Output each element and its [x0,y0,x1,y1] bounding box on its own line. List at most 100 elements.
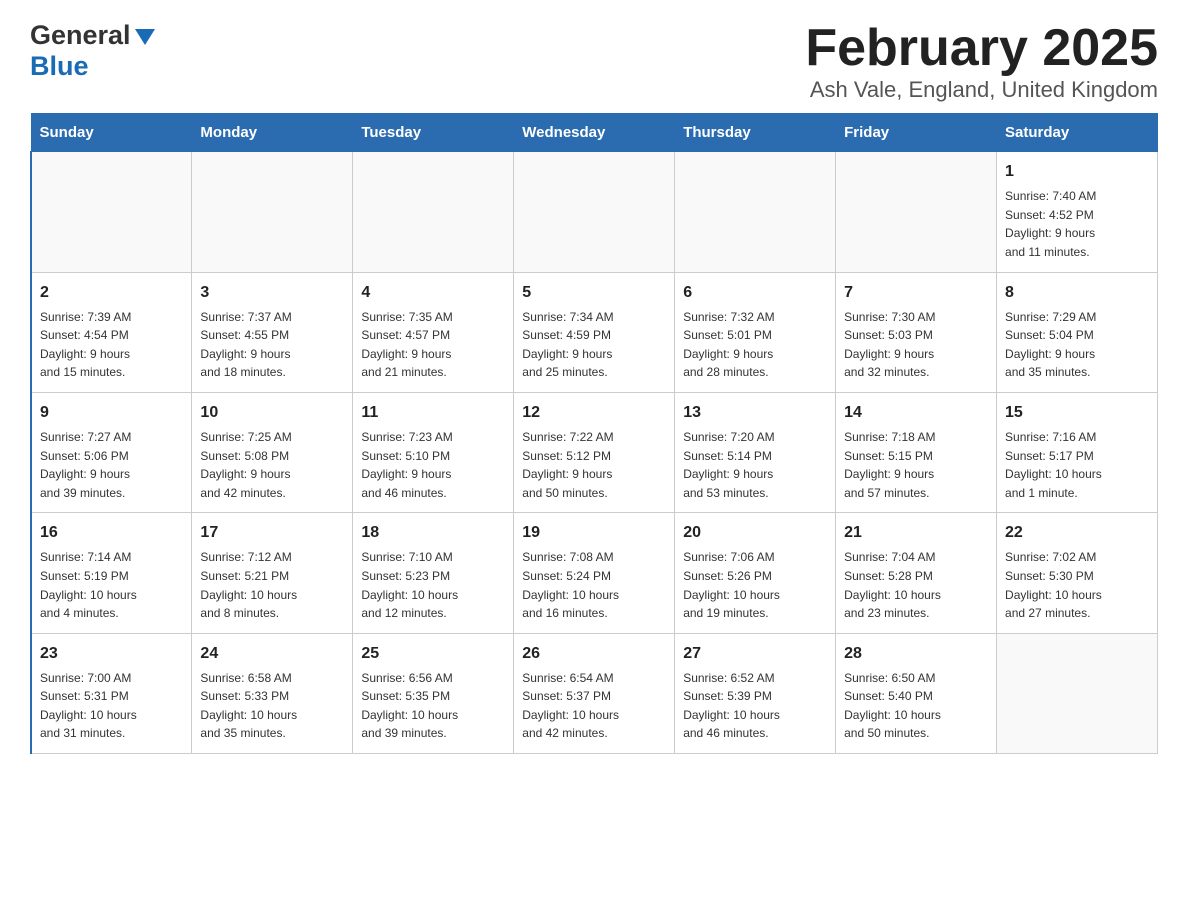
day-number: 22 [1005,521,1149,545]
day-info: Sunrise: 7:23 AM Sunset: 5:10 PM Dayligh… [361,428,505,502]
col-thursday: Thursday [675,114,836,152]
table-row: 6Sunrise: 7:32 AM Sunset: 5:01 PM Daylig… [675,272,836,392]
table-row: 27 Sunrise: 6:52 AM Sunset: 5:39 PM Dayli… [675,633,836,753]
table-row: 28 Sunrise: 6:50 AM Sunset: 5:40 PM Dayli… [836,633,997,753]
day-number: 2 [40,281,183,305]
day-number: 9 [40,401,183,425]
table-row [514,152,675,272]
table-row: 16 Sunrise: 7:14 AM Sunset: 5:19 PM Dayli… [31,513,192,633]
day-info: Sunrise: 7:18 AM Sunset: 5:15 PM Dayligh… [844,428,988,502]
day-number: 25 [361,642,505,666]
day-number: 21 [844,521,988,545]
day-number: 24 [200,642,344,666]
table-row: 12 Sunrise: 7:22 AM Sunset: 5:12 PM Dayli… [514,392,675,512]
day-info: Sunrise: 7:22 AM Sunset: 5:12 PM Dayligh… [522,428,666,502]
day-info: Sunrise: 6:58 AM Sunset: 5:33 PM Dayligh… [200,669,344,743]
table-row: 25 Sunrise: 6:56 AM Sunset: 5:35 PM Dayli… [353,633,514,753]
day-info: Sunrise: 7:10 AM Sunset: 5:23 PM Dayligh… [361,548,505,622]
title-block: February 2025 Ash Vale, England, United … [805,20,1158,103]
day-number: 8 [1005,281,1149,305]
day-info: Sunrise: 7:00 AM Sunset: 5:31 PM Dayligh… [40,669,183,743]
day-info: Sunrise: 7:32 AM Sunset: 5:01 PM Dayligh… [683,308,827,382]
table-row: 19 Sunrise: 7:08 AM Sunset: 5:24 PM Dayli… [514,513,675,633]
day-info: Sunrise: 7:08 AM Sunset: 5:24 PM Dayligh… [522,548,666,622]
col-sunday: Sunday [31,114,192,152]
day-info: Sunrise: 7:06 AM Sunset: 5:26 PM Dayligh… [683,548,827,622]
table-row: 22 Sunrise: 7:02 AM Sunset: 5:30 PM Dayli… [997,513,1158,633]
table-row: 9 Sunrise: 7:27 AM Sunset: 5:06 PM Daylig… [31,392,192,512]
table-row: 13Sunrise: 7:20 AM Sunset: 5:14 PM Dayli… [675,392,836,512]
col-wednesday: Wednesday [514,114,675,152]
table-row: 26 Sunrise: 6:54 AM Sunset: 5:37 PM Dayli… [514,633,675,753]
table-row: 3 Sunrise: 7:37 AM Sunset: 4:55 PM Daylig… [192,272,353,392]
calendar-week-row: 9 Sunrise: 7:27 AM Sunset: 5:06 PM Daylig… [31,392,1158,512]
day-info: Sunrise: 6:52 AM Sunset: 5:39 PM Dayligh… [683,669,827,743]
table-row: 11 Sunrise: 7:23 AM Sunset: 5:10 PM Dayli… [353,392,514,512]
day-number: 19 [522,521,666,545]
logo-blue: Blue [30,51,89,81]
day-number: 5 [522,281,666,305]
day-info: Sunrise: 6:56 AM Sunset: 5:35 PM Dayligh… [361,669,505,743]
day-info: Sunrise: 7:02 AM Sunset: 5:30 PM Dayligh… [1005,548,1149,622]
day-info: Sunrise: 7:29 AM Sunset: 5:04 PM Dayligh… [1005,308,1149,382]
day-info: Sunrise: 7:27 AM Sunset: 5:06 PM Dayligh… [40,428,183,502]
page-subtitle: Ash Vale, England, United Kingdom [805,77,1158,103]
col-tuesday: Tuesday [353,114,514,152]
table-row [192,152,353,272]
day-number: 16 [40,521,183,545]
day-number: 4 [361,281,505,305]
day-number: 3 [200,281,344,305]
col-saturday: Saturday [997,114,1158,152]
table-row: 7Sunrise: 7:30 AM Sunset: 5:03 PM Daylig… [836,272,997,392]
calendar-table: Sunday Monday Tuesday Wednesday Thursday… [30,113,1158,754]
table-row [836,152,997,272]
table-row [675,152,836,272]
col-friday: Friday [836,114,997,152]
calendar-week-row: 16 Sunrise: 7:14 AM Sunset: 5:19 PM Dayli… [31,513,1158,633]
table-row: 10 Sunrise: 7:25 AM Sunset: 5:08 PM Dayli… [192,392,353,512]
table-row: 20 Sunrise: 7:06 AM Sunset: 5:26 PM Dayli… [675,513,836,633]
table-row: 15 Sunrise: 7:16 AM Sunset: 5:17 PM Dayli… [997,392,1158,512]
calendar-week-row: 1 Sunrise: 7:40 AM Sunset: 4:52 PM Daylig… [31,152,1158,272]
day-info: Sunrise: 7:35 AM Sunset: 4:57 PM Dayligh… [361,308,505,382]
day-info: Sunrise: 6:50 AM Sunset: 5:40 PM Dayligh… [844,669,988,743]
day-info: Sunrise: 7:37 AM Sunset: 4:55 PM Dayligh… [200,308,344,382]
table-row: 1 Sunrise: 7:40 AM Sunset: 4:52 PM Daylig… [997,152,1158,272]
day-number: 15 [1005,401,1149,425]
day-number: 26 [522,642,666,666]
logo-triangle-icon [135,29,155,45]
table-row: 23 Sunrise: 7:00 AM Sunset: 5:31 PM Dayli… [31,633,192,753]
calendar-week-row: 2 Sunrise: 7:39 AM Sunset: 4:54 PM Daylig… [31,272,1158,392]
table-row: 5Sunrise: 7:34 AM Sunset: 4:59 PM Daylig… [514,272,675,392]
day-number: 1 [1005,160,1149,184]
day-info: Sunrise: 7:12 AM Sunset: 5:21 PM Dayligh… [200,548,344,622]
day-info: Sunrise: 6:54 AM Sunset: 5:37 PM Dayligh… [522,669,666,743]
day-number: 20 [683,521,827,545]
page-header: General Blue February 2025 Ash Vale, Eng… [30,20,1158,103]
day-number: 23 [40,642,183,666]
day-number: 10 [200,401,344,425]
day-number: 11 [361,401,505,425]
day-info: Sunrise: 7:04 AM Sunset: 5:28 PM Dayligh… [844,548,988,622]
day-info: Sunrise: 7:16 AM Sunset: 5:17 PM Dayligh… [1005,428,1149,502]
table-row: 4 Sunrise: 7:35 AM Sunset: 4:57 PM Daylig… [353,272,514,392]
day-number: 28 [844,642,988,666]
day-info: Sunrise: 7:40 AM Sunset: 4:52 PM Dayligh… [1005,187,1149,261]
table-row: 8 Sunrise: 7:29 AM Sunset: 5:04 PM Daylig… [997,272,1158,392]
calendar-week-row: 23 Sunrise: 7:00 AM Sunset: 5:31 PM Dayli… [31,633,1158,753]
page-title: February 2025 [805,20,1158,77]
day-number: 17 [200,521,344,545]
day-info: Sunrise: 7:14 AM Sunset: 5:19 PM Dayligh… [40,548,183,622]
table-row [353,152,514,272]
day-number: 14 [844,401,988,425]
day-number: 13 [683,401,827,425]
day-info: Sunrise: 7:25 AM Sunset: 5:08 PM Dayligh… [200,428,344,502]
table-row: 21 Sunrise: 7:04 AM Sunset: 5:28 PM Dayli… [836,513,997,633]
day-number: 27 [683,642,827,666]
day-info: Sunrise: 7:39 AM Sunset: 4:54 PM Dayligh… [40,308,183,382]
table-row: 17 Sunrise: 7:12 AM Sunset: 5:21 PM Dayli… [192,513,353,633]
col-monday: Monday [192,114,353,152]
day-number: 12 [522,401,666,425]
logo: General Blue [30,20,155,82]
table-row [997,633,1158,753]
